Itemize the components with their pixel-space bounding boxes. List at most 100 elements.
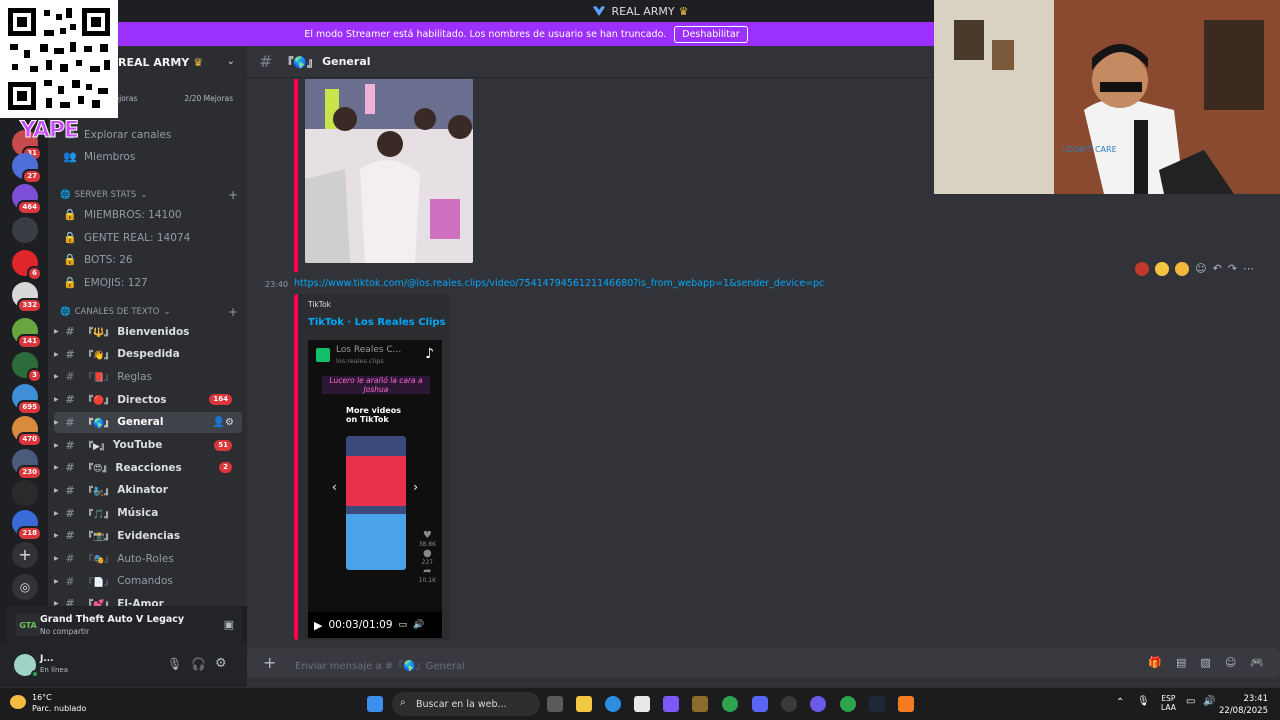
server-icon[interactable]: 3	[12, 352, 42, 383]
captions-icon[interactable]: ▭	[399, 620, 408, 630]
expand-arrow-icon[interactable]: ▶	[54, 510, 59, 517]
video-thumbnail[interactable]	[346, 436, 406, 570]
stat-channel[interactable]: 🔒 MIEMBROS: 14100	[54, 204, 242, 225]
microphone-icon[interactable]: 🎙	[1137, 696, 1150, 707]
channel-item[interactable]: ▶ # 『🌎』 General 👤⚙	[54, 411, 242, 433]
discover-icon[interactable]: ◎	[12, 574, 38, 600]
microphone-icon[interactable]: 🎙	[167, 657, 182, 671]
taskbar-search[interactable]: ⌕ Buscar en la web...	[392, 692, 540, 716]
activity-panel[interactable]: GTA Grand Theft Auto V Legacy No compart…	[6, 606, 242, 644]
channel-item[interactable]: ▶ # 『🔱』 Bienvenidos	[54, 321, 242, 342]
apps-icon[interactable]: 🎮	[1250, 656, 1264, 669]
screen-share-icon[interactable]: ▣	[224, 618, 234, 631]
attach-plus-icon[interactable]: +	[263, 653, 276, 672]
channel-settings-icon[interactable]: 👤⚙	[213, 417, 234, 428]
app-icon[interactable]	[810, 696, 826, 712]
start-icon[interactable]	[367, 696, 383, 712]
expand-arrow-icon[interactable]: ▶	[54, 442, 59, 449]
channel-item[interactable]: ▶ # 『▶』 YouTube 51	[54, 435, 242, 456]
disable-streamer-button[interactable]: Deshabilitar	[674, 25, 748, 43]
expand-arrow-icon[interactable]: ▶	[54, 532, 59, 539]
server-icon[interactable]: 230	[12, 449, 42, 480]
forward-icon[interactable]: ↷	[1228, 262, 1237, 276]
game-icon[interactable]	[692, 696, 708, 712]
play-icon[interactable]: ▶	[314, 619, 322, 632]
add-channel-icon[interactable]: +	[228, 188, 238, 202]
expand-arrow-icon[interactable]: ▶	[54, 328, 59, 335]
tray-chevron-icon[interactable]: ⌃	[1116, 697, 1124, 708]
more-options-icon[interactable]: ⋯	[1243, 262, 1254, 276]
message-composer[interactable]: + Enviar mensaje a #『🌎』General 🎁 ▤ ▨ ☺ 🎮	[247, 648, 1280, 678]
volume-icon[interactable]: 🔊	[1203, 696, 1215, 707]
channel-item[interactable]: ▶ # 『💕』 El-Amor	[54, 593, 242, 606]
system-clock[interactable]: 23:41 22/08/2025	[1219, 693, 1268, 717]
channel-item[interactable]: ▶ # 『📄』 Comandos	[54, 571, 242, 592]
channel-item[interactable]: ▶ # 『📸』 Evidencias	[54, 525, 242, 546]
add-reaction-icon[interactable]: ☺	[1195, 262, 1206, 276]
server-icon[interactable]	[12, 217, 38, 243]
network-icon[interactable]: ▭	[1186, 696, 1195, 707]
snipping-tool-icon[interactable]	[634, 696, 650, 712]
server-icon[interactable]: 27	[12, 153, 42, 184]
channel-item[interactable]: ▶ # 『🎵』 Música	[54, 503, 242, 524]
tiktok-link[interactable]: https://www.tiktok.com/@los.reales.clips…	[294, 278, 824, 289]
username[interactable]: J...	[40, 654, 54, 664]
weather-widget[interactable]: 16°C Parc. nublado	[10, 692, 86, 714]
category-server-stats[interactable]: 🌐 SERVER STATS ⌄ +	[60, 188, 238, 202]
members-link[interactable]: 👥 Miembros	[54, 146, 242, 167]
app-icon[interactable]	[898, 696, 914, 712]
server-icon[interactable]	[12, 480, 38, 506]
reply-icon[interactable]: ↶	[1213, 262, 1222, 276]
settings-gear-icon[interactable]: ⚙	[215, 656, 227, 671]
expand-arrow-icon[interactable]: ▶	[54, 419, 59, 426]
app-icon[interactable]	[781, 696, 797, 712]
expand-arrow-icon[interactable]: ▶	[54, 487, 59, 494]
gift-icon[interactable]: 🎁	[1148, 656, 1162, 669]
language-indicator[interactable]: ESP LAA	[1161, 694, 1176, 712]
expand-arrow-icon[interactable]: ▶	[54, 464, 59, 471]
sticker-icon[interactable]: ▨	[1200, 656, 1210, 669]
category-text-channels[interactable]: 🌐 CANALES DE TEXTO ⌄ +	[60, 305, 238, 319]
chrome-icon[interactable]	[840, 696, 856, 712]
edge-icon[interactable]	[605, 696, 621, 712]
add-server-icon[interactable]: +	[12, 542, 38, 568]
emoji-icon[interactable]: ☺	[1225, 656, 1236, 669]
stat-channel[interactable]: 🔒 BOTS: 26	[54, 249, 242, 270]
expand-arrow-icon[interactable]: ▶	[54, 396, 59, 403]
expand-arrow-icon[interactable]: ▶	[54, 373, 59, 380]
channel-item[interactable]: ▶ # 『😍』 Reacciones 2	[54, 457, 242, 478]
discord-icon[interactable]	[752, 696, 768, 712]
video-player[interactable]: Los Reales C... los.reales.clips ♪ Lucer…	[308, 340, 442, 638]
embed-title[interactable]: TikTok · Los Reales Clips	[308, 317, 446, 328]
reaction-icon[interactable]	[1175, 262, 1190, 276]
reaction-icon[interactable]	[1155, 262, 1170, 276]
channel-item[interactable]: ▶ # 『🎭』 Auto-Roles	[54, 548, 242, 569]
add-channel-icon[interactable]: +	[228, 305, 238, 319]
server-icon[interactable]: 470	[12, 416, 42, 447]
channel-item[interactable]: ▶ # 『👋』 Despedida	[54, 344, 242, 365]
expand-arrow-icon[interactable]: ▶	[54, 555, 59, 562]
channel-item[interactable]: ▶ # 『🔴』 Directos 164	[54, 389, 242, 410]
stat-channel[interactable]: 🔒 GENTE REAL: 14074	[54, 227, 242, 248]
server-icon[interactable]: 695	[12, 384, 42, 415]
headphones-icon[interactable]: 🎧	[191, 657, 206, 671]
stat-channel[interactable]: 🔒 EMOJIS: 127	[54, 272, 242, 293]
channel-item[interactable]: ▶ # 『📕』 Reglas	[54, 366, 242, 387]
server-icon[interactable]: 141	[12, 318, 42, 349]
file-explorer-icon[interactable]	[576, 696, 592, 712]
volume-icon[interactable]: 🔊	[413, 620, 424, 630]
gif-icon[interactable]: ▤	[1176, 656, 1186, 669]
previous-icon[interactable]: ‹	[332, 480, 337, 494]
expand-arrow-icon[interactable]: ▶	[54, 578, 59, 585]
copilot-icon[interactable]	[663, 696, 679, 712]
explore-channels[interactable]: ⊞ Explorar canales	[54, 124, 242, 145]
expand-arrow-icon[interactable]: ▶	[54, 351, 59, 358]
steam-icon[interactable]	[869, 696, 885, 712]
chrome-icon[interactable]	[722, 696, 738, 712]
media-preview[interactable]	[305, 79, 473, 263]
server-icon[interactable]: 464	[12, 184, 42, 215]
task-view-icon[interactable]	[547, 696, 563, 712]
next-icon[interactable]: ›	[413, 480, 418, 494]
channel-item[interactable]: ▶ # 『🧞』 Akinator	[54, 480, 242, 501]
server-icon[interactable]: 218	[12, 510, 42, 541]
